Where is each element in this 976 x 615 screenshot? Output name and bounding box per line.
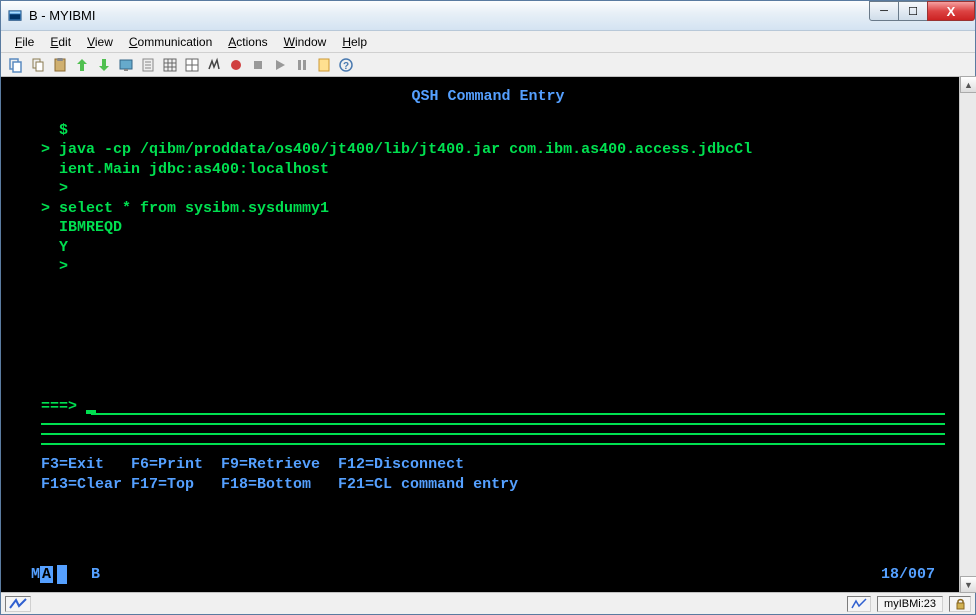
fkeys-row: F3=Exit F6=Print F9=Retrieve F12=Disconn…	[41, 455, 963, 475]
command-prompt: ===>	[41, 398, 86, 415]
menu-edit[interactable]: Edit	[42, 33, 79, 51]
menu-window[interactable]: Window	[276, 33, 335, 51]
cursor-position: 18/007	[881, 565, 935, 585]
stop-icon[interactable]	[249, 56, 267, 74]
menu-help[interactable]: Help	[334, 33, 375, 51]
scroll-up-icon[interactable]: ▲	[960, 76, 976, 93]
grid2-icon[interactable]	[183, 56, 201, 74]
connection-label: myIBMi:23	[877, 596, 943, 612]
terminal-line: >	[41, 257, 963, 277]
close-button[interactable]: X	[927, 1, 975, 21]
status-ma: MA	[31, 565, 53, 585]
menu-actions[interactable]: Actions	[220, 33, 275, 51]
window-controls: ─ ☐ X	[870, 1, 975, 23]
terminal-line: >	[41, 179, 963, 199]
terminal-area[interactable]: QSH Command Entry $ > java -cp /qibm/pro…	[1, 77, 975, 592]
app-icon	[7, 8, 23, 24]
remap-icon[interactable]	[205, 56, 223, 74]
terminal-line: > select * from sysibm.sysdummy1	[41, 199, 963, 219]
note-icon[interactable]	[315, 56, 333, 74]
toolbar: ?	[1, 53, 975, 77]
cursor-icon	[86, 410, 96, 414]
terminal-title: QSH Command Entry	[13, 87, 963, 107]
command-underline	[41, 443, 945, 445]
menu-file[interactable]: File	[7, 33, 42, 51]
terminal-output: $ > java -cp /qibm/proddata/os400/jt400/…	[13, 121, 963, 277]
connect-status-icon[interactable]	[5, 596, 31, 612]
menu-view[interactable]: View	[79, 33, 121, 51]
command-underline	[91, 413, 945, 415]
command-underline	[41, 423, 945, 425]
command-underline	[41, 433, 945, 435]
function-keys: F3=Exit F6=Print F9=Retrieve F12=Disconn…	[13, 455, 963, 494]
pause-icon[interactable]	[293, 56, 311, 74]
help-icon[interactable]: ?	[337, 56, 355, 74]
signal-icon	[847, 596, 871, 612]
window-title: B - MYIBMI	[29, 8, 95, 23]
record-icon[interactable]	[227, 56, 245, 74]
security-icon[interactable]	[949, 596, 971, 612]
copy2-icon[interactable]	[29, 56, 47, 74]
svg-text:?: ?	[343, 61, 349, 72]
terminal-line: Y	[41, 238, 963, 258]
display-icon[interactable]	[117, 56, 135, 74]
send-icon[interactable]	[73, 56, 91, 74]
copy-icon[interactable]	[7, 56, 25, 74]
terminal-line: > java -cp /qibm/proddata/os400/jt400/li…	[41, 140, 963, 160]
scroll-track[interactable]	[960, 93, 976, 576]
scrollbar-vertical[interactable]: ▲ ▼	[959, 76, 976, 593]
clipboard-icon[interactable]	[139, 56, 157, 74]
minimize-button[interactable]: ─	[869, 1, 899, 21]
fkeys-row: F13=Clear F17=Top F18=Bottom F21=CL comm…	[41, 475, 963, 495]
menubar: File Edit View Communication Actions Win…	[1, 31, 975, 53]
menu-communication[interactable]: Communication	[121, 33, 220, 51]
grid-icon[interactable]	[161, 56, 179, 74]
terminal-line: IBMREQD	[41, 218, 963, 238]
maximize-button[interactable]: ☐	[898, 1, 928, 21]
titlebar[interactable]: B - MYIBMI ─ ☐ X	[1, 1, 975, 31]
statusbar: myIBMi:23	[1, 592, 975, 614]
status-block-icon	[57, 565, 67, 585]
status-b: B	[91, 565, 100, 585]
paste-icon[interactable]	[51, 56, 69, 74]
terminal-line: $	[41, 121, 963, 141]
receive-icon[interactable]	[95, 56, 113, 74]
play-icon[interactable]	[271, 56, 289, 74]
terminal-status: MA B 18/007	[13, 565, 963, 585]
app-window: B - MYIBMI ─ ☐ X File Edit View Communic…	[0, 0, 976, 615]
scroll-down-icon[interactable]: ▼	[960, 576, 976, 593]
terminal-line: ient.Main jdbc:as400:localhost	[41, 160, 963, 180]
